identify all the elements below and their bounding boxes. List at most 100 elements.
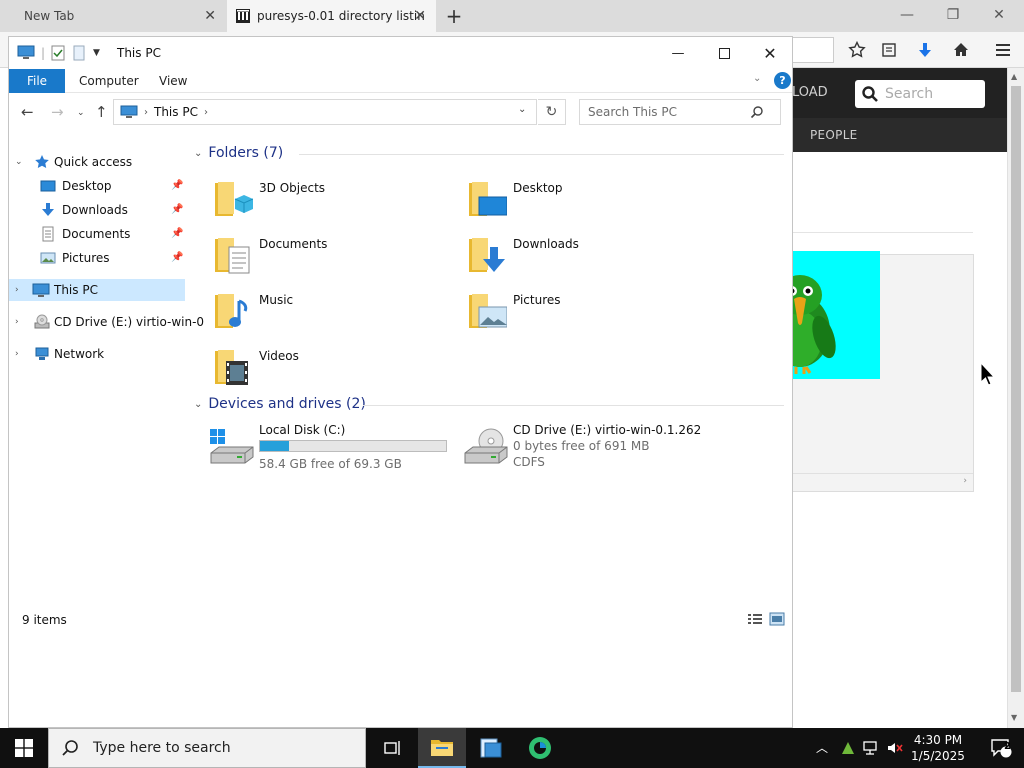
pictures-folder-icon [469,294,507,328]
url-bar[interactable] [790,37,834,63]
home-icon[interactable] [950,39,972,61]
customize-toolbar-chevron-icon[interactable]: ▼ [93,45,100,61]
folder-music[interactable]: Music [213,287,463,339]
folder-downloads[interactable]: Downloads [467,231,717,283]
up-arrow-icon[interactable]: ↑ [95,103,108,121]
folder-videos[interactable]: Videos [213,343,463,395]
action-center-notification-icon[interactable]: 2 [978,728,1024,768]
reading-list-icon[interactable] [878,39,900,61]
start-windows-icon[interactable] [0,728,48,768]
devices-group-header[interactable]: ⌄ Devices and drives (2) [194,394,366,414]
nav-cd-drive[interactable]: › CD Drive (E:) virtio-win-0 [9,311,204,333]
nav-quick-access[interactable]: ⌄ Quick access [9,151,185,173]
group-collapse-chevron-icon[interactable]: ⌄ [194,399,202,410]
collapsed-chevron-icon[interactable]: › [15,349,19,359]
network-status-icon[interactable] [862,740,880,756]
minimize-icon[interactable]: — [655,37,701,69]
hamburger-menu-icon[interactable] [992,39,1014,61]
collapsed-chevron-icon[interactable]: › [15,317,19,327]
new-tab-plus-icon[interactable]: + [444,4,464,28]
show-hidden-icons-chevron-icon[interactable]: ︿ [816,739,828,756]
refresh-icon[interactable]: ↻ [538,99,566,125]
pin-icon[interactable]: 📌 [171,204,183,215]
drive-local-disk-c[interactable]: Local Disk (C:) 58.4 GB free of 69.3 GB [209,423,459,477]
details-view-icon[interactable] [747,612,763,626]
nav-downloads[interactable]: Downloads 📌 [9,199,185,221]
pin-icon[interactable]: 📌 [171,180,183,191]
drive-cd-e[interactable]: CD Drive (E:) virtio-win-0.1.262 0 bytes… [463,423,713,477]
nav-documents[interactable]: Documents 📌 [9,223,185,245]
folder-documents[interactable]: Documents [213,231,463,283]
folder-desktop[interactable]: Desktop [467,175,717,227]
group-collapse-chevron-icon[interactable]: ⌄ [194,148,202,159]
nav-this-pc[interactable]: › This PC [9,279,185,301]
download-arrow-icon[interactable] [914,39,936,61]
scroll-down-icon[interactable]: ▼ [1011,713,1017,722]
web-panel-scrollbar[interactable]: › [793,473,973,491]
tab-file[interactable]: File [9,69,65,93]
taskbar-clock[interactable]: 4:30 PM 1/5/2025 [900,732,976,764]
folders-group-header[interactable]: ⌄ Folders (7) [194,143,283,163]
breadcrumb-this-pc[interactable]: This PC [154,105,198,119]
maximize-icon[interactable] [701,37,747,69]
taskbar-edge-browser-icon[interactable] [516,728,564,768]
videos-folder-icon [215,350,248,385]
new-folder-icon[interactable] [73,45,85,61]
web-search-placeholder: Search [885,86,934,102]
web-nav-link-partial[interactable]: LOAD [792,85,828,100]
scroll-right-icon[interactable]: › [963,476,967,486]
properties-checkbox-icon[interactable] [51,45,65,61]
breadcrumb-chevron-icon[interactable]: › [144,107,148,118]
taskbar-file-explorer-icon[interactable] [418,728,466,768]
breadcrumb-chevron-icon[interactable]: › [204,107,208,118]
help-icon[interactable]: ? [774,72,791,89]
browser-close-icon[interactable]: ✕ [976,0,1022,30]
forward-arrow-icon[interactable]: → [51,103,64,121]
web-nav-people[interactable]: PEOPLE [810,128,858,142]
collapsed-chevron-icon[interactable]: › [15,285,19,295]
address-bar[interactable]: › This PC › ⌄ [113,99,537,125]
search-input[interactable] [580,105,750,119]
recent-locations-chevron-icon[interactable]: ⌄ [77,108,85,118]
web-search-field[interactable]: Search [855,80,985,108]
tab-computer[interactable]: Computer [65,69,153,93]
folder-pictures[interactable]: Pictures [467,287,717,339]
search-box[interactable] [579,99,781,125]
task-view-icon[interactable] [368,728,416,768]
tab-view[interactable]: View [145,69,201,93]
clock-date: 1/5/2025 [911,749,965,763]
back-arrow-icon[interactable]: ← [21,103,34,121]
this-pc-icon [17,45,35,61]
pin-icon[interactable]: 📌 [171,252,183,263]
taskbar-search-box[interactable]: Type here to search [48,728,366,768]
close-icon[interactable]: ✕ [747,37,793,69]
folder-3d-objects[interactable]: 3D Objects [213,175,463,227]
browser-tab-directory-listing[interactable]: puresys-0.01 directory listin ✕ [227,0,436,32]
disk-usage-bar [259,440,447,452]
browser-restore-icon[interactable]: ❐ [930,0,976,30]
nav-network[interactable]: › Network [9,343,185,365]
browser-tab-bar: New Tab ✕ puresys-0.01 directory listin … [0,0,1024,32]
pin-icon[interactable]: 📌 [171,228,183,239]
clock-time: 4:30 PM [913,733,963,747]
explorer-title-bar[interactable]: | ▼ This PC — ✕ [9,37,792,69]
browser-tab-new-tab[interactable]: New Tab ✕ [0,0,226,32]
expand-ribbon-chevron-icon[interactable]: ⌄ [753,73,761,84]
address-dropdown-chevron-icon[interactable]: ⌄ [518,104,526,115]
browser-minimize-icon[interactable]: — [884,0,930,30]
taskbar-explorer-window-icon[interactable] [467,728,515,768]
large-icons-view-icon[interactable] [769,612,785,626]
tab-close-icon[interactable]: ✕ [414,8,426,24]
cd-drive-icon [464,428,508,464]
documents-folder-icon [215,238,250,274]
nav-pictures[interactable]: Pictures 📌 [9,247,185,269]
scroll-thumb[interactable] [1011,86,1021,692]
nav-desktop[interactable]: Desktop 📌 [9,175,185,197]
app-status-icon[interactable] [840,740,856,756]
bookmark-star-icon[interactable] [846,39,868,61]
expanded-chevron-icon[interactable]: ⌄ [15,157,23,167]
desktop-icon [40,178,56,194]
page-scrollbar[interactable]: ▲ ▼ [1007,68,1024,728]
scroll-up-icon[interactable]: ▲ [1011,72,1017,81]
tab-close-icon[interactable]: ✕ [204,8,216,24]
